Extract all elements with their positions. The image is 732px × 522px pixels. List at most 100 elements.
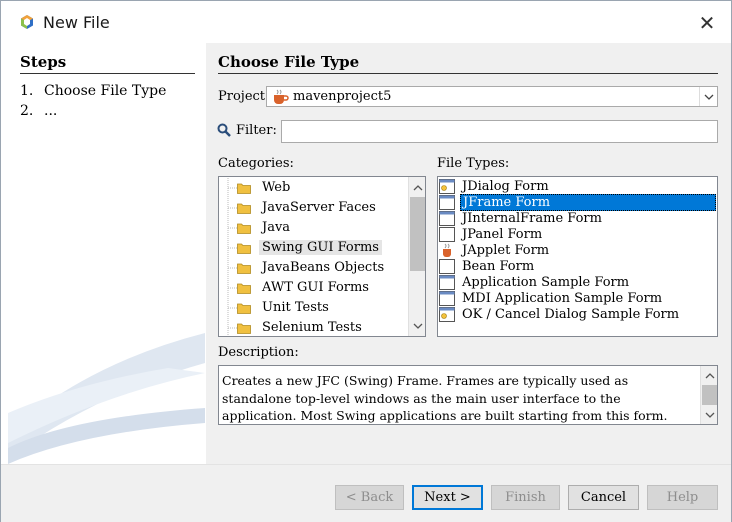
folder-icon (237, 203, 251, 214)
scroll-thumb[interactable] (410, 197, 425, 271)
button-bar: < Back Next > Finish Cancel Help (1, 464, 731, 522)
new-file-dialog: New File ✕ Steps 1. Choose File Type 2...… (0, 0, 732, 522)
file-types-label: File Types: (437, 156, 510, 171)
file-type-label: JDialog Form (462, 178, 549, 194)
file-type-label: Application Sample Form (462, 274, 630, 290)
cancel-button[interactable]: Cancel (568, 485, 639, 510)
file-types-list[interactable]: JDialog Form JFrame Form JInternalFrame Fo… (437, 176, 718, 337)
project-value: mavenproject5 (293, 89, 392, 104)
file-type-item[interactable]: Application Sample Form (438, 274, 716, 290)
folder-icon (237, 243, 251, 254)
tree-line (219, 198, 237, 217)
description-box[interactable]: Creates a new JFC (Swing) Frame. Frames … (218, 365, 718, 425)
step-item-1: 1. Choose File Type (20, 83, 166, 99)
project-select[interactable]: mavenproject5 (266, 86, 718, 107)
tree-line (219, 278, 237, 297)
close-icon: ✕ (698, 11, 716, 35)
file-type-label: JFrame Form (460, 193, 716, 211)
category-label: Unit Tests (262, 300, 329, 315)
category-item[interactable]: Web (219, 178, 293, 197)
folder-icon (237, 283, 251, 294)
file-type-label: JInternalFrame Form (462, 210, 602, 226)
file-type-label: JPanel Form (462, 226, 543, 242)
panel-icon (439, 226, 455, 242)
category-label: Java (262, 220, 291, 235)
back-button[interactable]: < Back (335, 485, 404, 510)
project-label: Project: (218, 89, 270, 104)
page-title: Choose File Type (218, 53, 360, 71)
category-label: JavaBeans Objects (262, 260, 385, 275)
finish-button[interactable]: Finish (491, 485, 560, 510)
steps-heading: Steps (20, 53, 67, 71)
file-type-item[interactable]: MDI Application Sample Form (438, 290, 716, 306)
next-button[interactable]: Next > (412, 485, 483, 510)
category-label: Swing GUI Forms (259, 240, 382, 255)
tree-line (219, 238, 237, 257)
category-item[interactable]: Unit Tests (219, 298, 332, 317)
folder-icon (237, 303, 251, 314)
tree-line (219, 258, 237, 277)
step-number: 1. (20, 83, 34, 99)
frame-icon (439, 274, 455, 290)
category-label: AWT GUI Forms (262, 280, 369, 295)
file-type-label: OK / Cancel Dialog Sample Form (462, 306, 680, 322)
file-type-label: MDI Application Sample Form (462, 290, 663, 306)
filter-input[interactable] (281, 120, 718, 143)
netbeans-logo-icon (21, 15, 33, 29)
frame-icon (439, 210, 455, 226)
frame-icon (439, 290, 455, 306)
steps-divider (20, 73, 195, 74)
folder-icon (237, 263, 251, 274)
file-type-item[interactable]: JInternalFrame Form (438, 210, 716, 226)
applet-icon (443, 243, 451, 257)
panel-icon (439, 258, 455, 274)
category-item[interactable]: Selenium Tests (219, 318, 365, 336)
help-button[interactable]: Help (647, 485, 718, 510)
file-type-label: JApplet Form (462, 242, 550, 258)
categories-scrollbar[interactable] (408, 177, 425, 336)
description-scrollbar[interactable] (700, 366, 717, 424)
filter-label: Filter: (236, 123, 277, 138)
categories-list[interactable]: Web JavaServer Faces Java Swing GUI Forms Ja… (218, 176, 426, 337)
file-type-item[interactable]: Bean Form (438, 258, 716, 274)
file-type-item[interactable]: OK / Cancel Dialog Sample Form (438, 306, 716, 322)
file-type-item[interactable]: JDialog Form (438, 178, 716, 194)
categories-label: Categories: (218, 156, 294, 171)
dialog-icon (439, 306, 455, 322)
main-pane: Choose File Type Project: mavenproject5 … (206, 43, 731, 464)
file-type-item[interactable]: JApplet Form (438, 242, 716, 258)
category-label: Selenium Tests (262, 320, 362, 335)
file-type-label: Bean Form (462, 258, 535, 274)
close-button[interactable]: ✕ (687, 9, 727, 37)
folder-icon (237, 223, 251, 234)
folder-icon (237, 323, 251, 334)
step-item-2: 2.... (20, 103, 57, 119)
description-text: Creates a new JFC (Swing) Frame. Frames … (222, 373, 668, 423)
scroll-down-icon[interactable] (701, 406, 717, 423)
scroll-up-icon[interactable] (701, 367, 717, 384)
scroll-down-icon[interactable] (409, 317, 425, 334)
category-item[interactable]: JavaBeans Objects (219, 258, 387, 277)
title-bar: New File ✕ (1, 1, 731, 43)
search-icon (217, 123, 231, 137)
chevron-down-icon[interactable] (699, 87, 717, 106)
tree-line (219, 218, 237, 237)
file-type-item[interactable]: JFrame Form (438, 193, 716, 211)
description-label: Description: (218, 345, 299, 360)
wizard-decoration-graphic (8, 333, 205, 464)
category-item[interactable]: JavaServer Faces (219, 198, 379, 217)
category-label: Web (262, 180, 291, 195)
category-item[interactable]: Java (219, 218, 293, 237)
scroll-up-icon[interactable] (409, 179, 425, 196)
tree-line (219, 178, 237, 197)
title-divider (218, 73, 718, 74)
scroll-thumb[interactable] (702, 385, 717, 405)
category-item[interactable]: Swing GUI Forms (219, 238, 382, 257)
steps-pane: Steps 1. Choose File Type 2.... (8, 43, 205, 464)
file-type-item[interactable]: JPanel Form (438, 226, 716, 242)
tree-line (219, 298, 237, 317)
category-item[interactable]: AWT GUI Forms (219, 278, 372, 297)
window-title: New File (43, 13, 110, 32)
folder-icon (237, 183, 251, 194)
step-number: 2. (20, 103, 34, 119)
